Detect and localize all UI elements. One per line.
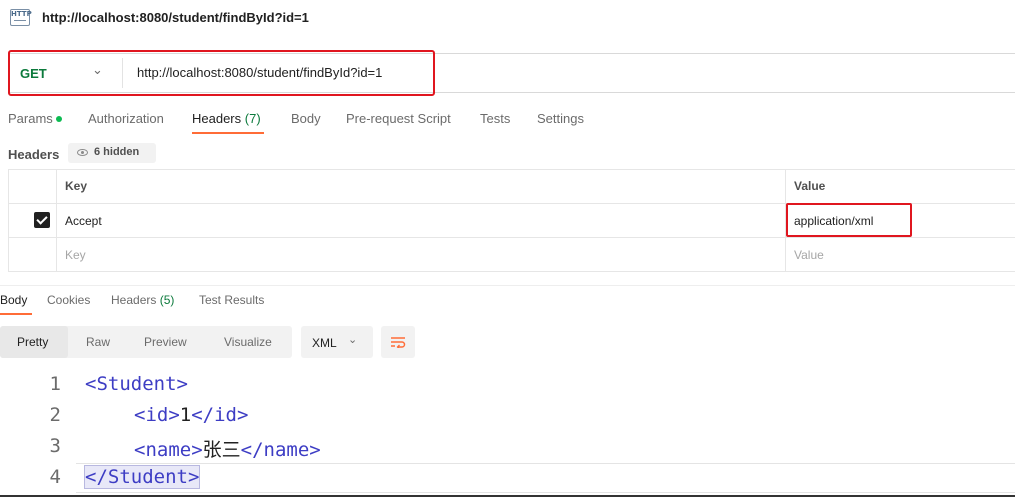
view-raw-button[interactable]: Raw — [86, 335, 110, 349]
view-preview-button[interactable]: Preview — [144, 335, 187, 349]
tab-pre-request-script[interactable]: Pre-request Script — [346, 111, 451, 126]
header-key-cell[interactable]: Accept — [65, 214, 102, 228]
format-label: XML — [312, 336, 337, 350]
table-divider — [8, 237, 1015, 238]
code-line[interactable]: </Student> — [83, 465, 201, 489]
response-tab-headers[interactable]: Headers (5) — [111, 293, 174, 307]
line-number: 2 — [49, 404, 61, 426]
tab-authorization[interactable]: Authorization — [88, 111, 164, 126]
view-visualize-button[interactable]: Visualize — [224, 335, 272, 349]
response-tab-test-results[interactable]: Test Results — [199, 293, 264, 307]
new-value-input[interactable]: Value — [794, 248, 824, 262]
xml-tag: </id> — [191, 404, 249, 426]
header-enabled-checkbox[interactable] — [34, 212, 50, 228]
active-tab-underline — [192, 132, 264, 134]
tab-settings[interactable]: Settings — [537, 111, 584, 126]
highlight-box-request — [8, 50, 435, 96]
column-header-key: Key — [65, 179, 88, 193]
section-divider — [0, 285, 1015, 286]
response-tab-cookies[interactable]: Cookies — [47, 293, 90, 307]
response-tab-body[interactable]: Body — [0, 293, 27, 307]
code-line[interactable]: <id>1</id> — [134, 404, 248, 426]
http-file-icon: HTTP — [10, 9, 32, 26]
code-line[interactable]: <name>张三</name> — [134, 435, 321, 462]
tab-body[interactable]: Body — [291, 111, 321, 126]
xml-tag: <name> — [134, 439, 203, 461]
xml-text: 1 — [179, 404, 192, 426]
xml-text: 张三 — [202, 439, 241, 461]
headers-label: Headers — [8, 147, 60, 162]
new-key-input[interactable]: Key — [65, 248, 86, 262]
highlight-box-value — [786, 203, 912, 237]
eye-icon — [77, 149, 88, 156]
xml-tag: </name> — [240, 439, 321, 461]
table-divider — [56, 169, 57, 272]
column-header-value: Value — [794, 179, 826, 193]
xml-tag: <id> — [134, 404, 180, 426]
code-line[interactable]: <Student> — [85, 373, 188, 395]
tab-params[interactable]: Params — [8, 111, 62, 126]
line-number: 1 — [49, 373, 61, 395]
line-number: 3 — [49, 435, 61, 457]
view-pretty-button[interactable]: Pretty — [17, 335, 48, 349]
params-indicator-dot — [55, 115, 62, 122]
tab-title[interactable]: http://localhost:8080/student/findById?i… — [42, 10, 309, 25]
wrap-lines-icon — [391, 337, 406, 348]
xml-tag: </Student> — [83, 465, 201, 489]
chevron-down-icon: ⌄ — [348, 334, 358, 346]
line-number: 4 — [49, 466, 61, 488]
window-bottom-border — [0, 495, 1015, 497]
xml-tag: <Student> — [85, 373, 188, 395]
current-line-highlight — [76, 463, 1015, 493]
tab-tests[interactable]: Tests — [480, 111, 510, 126]
tab-headers[interactable]: Headers (7) — [192, 111, 261, 126]
active-tab-underline — [0, 313, 32, 315]
